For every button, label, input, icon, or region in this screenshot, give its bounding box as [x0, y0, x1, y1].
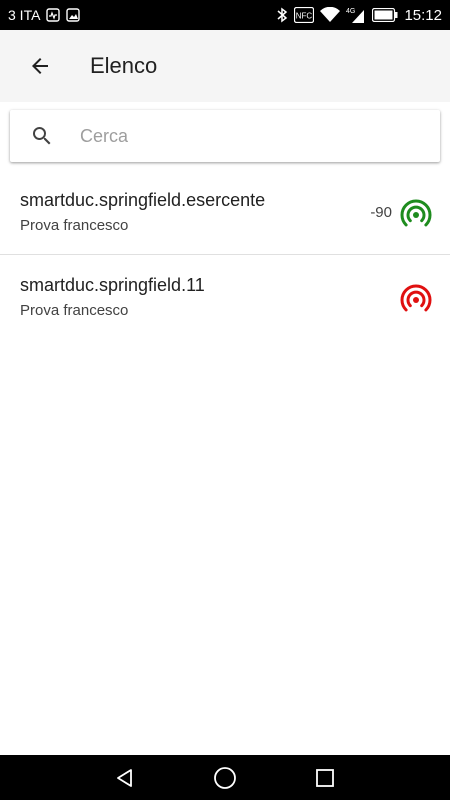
back-button[interactable] [12, 38, 68, 94]
search-input[interactable] [78, 124, 412, 148]
triangle-back-icon [117, 768, 132, 787]
list-item[interactable]: smartduc.springfield.esercente Prova fra… [0, 170, 450, 255]
broadcast-icon [400, 284, 432, 312]
bluetooth-icon [276, 7, 288, 23]
status-bar-left: 3 ITA [0, 7, 81, 23]
list-item[interactable]: smartduc.springfield.11 Prova francesco [0, 255, 450, 340]
nfc-label: NFC [296, 12, 313, 21]
network-type-label: 4G [346, 8, 355, 15]
device-subtitle: Prova francesco [20, 217, 129, 234]
app-bar: Elenco [0, 30, 450, 102]
nav-recents-button[interactable] [311, 764, 339, 792]
search-bar[interactable] [10, 110, 440, 162]
status-time: 15:12 [404, 6, 442, 24]
gallery-notification-icon [66, 8, 81, 22]
broadcast-icon [400, 199, 432, 227]
status-bar-right: NFC 4G 15:12 [276, 7, 450, 24]
arrow-back-icon [32, 58, 48, 74]
carrier-label: 3 ITA [8, 7, 41, 23]
device-name: smartduc.springfield.11 [20, 275, 205, 295]
status-bar: 3 ITA NFC 4G 15:12 [0, 0, 450, 30]
search-icon [30, 124, 70, 148]
navigation-bar [0, 755, 450, 800]
health-app-icon [46, 8, 61, 22]
device-rssi: -90 [370, 204, 392, 221]
wifi-icon [320, 7, 341, 23]
device-subtitle: Prova francesco [20, 302, 129, 319]
battery-icon [372, 8, 398, 22]
circle-home-icon [214, 766, 236, 789]
page-title: Elenco [90, 53, 158, 78]
device-list: smartduc.springfield.esercente Prova fra… [0, 170, 450, 340]
square-recents-icon [316, 768, 334, 787]
nav-back-button[interactable] [111, 764, 139, 792]
nfc-icon: NFC [294, 7, 315, 23]
cellular-signal-icon: 4G [346, 7, 366, 23]
device-name: smartduc.springfield.esercente [20, 190, 266, 210]
nav-home-button[interactable] [211, 764, 239, 792]
